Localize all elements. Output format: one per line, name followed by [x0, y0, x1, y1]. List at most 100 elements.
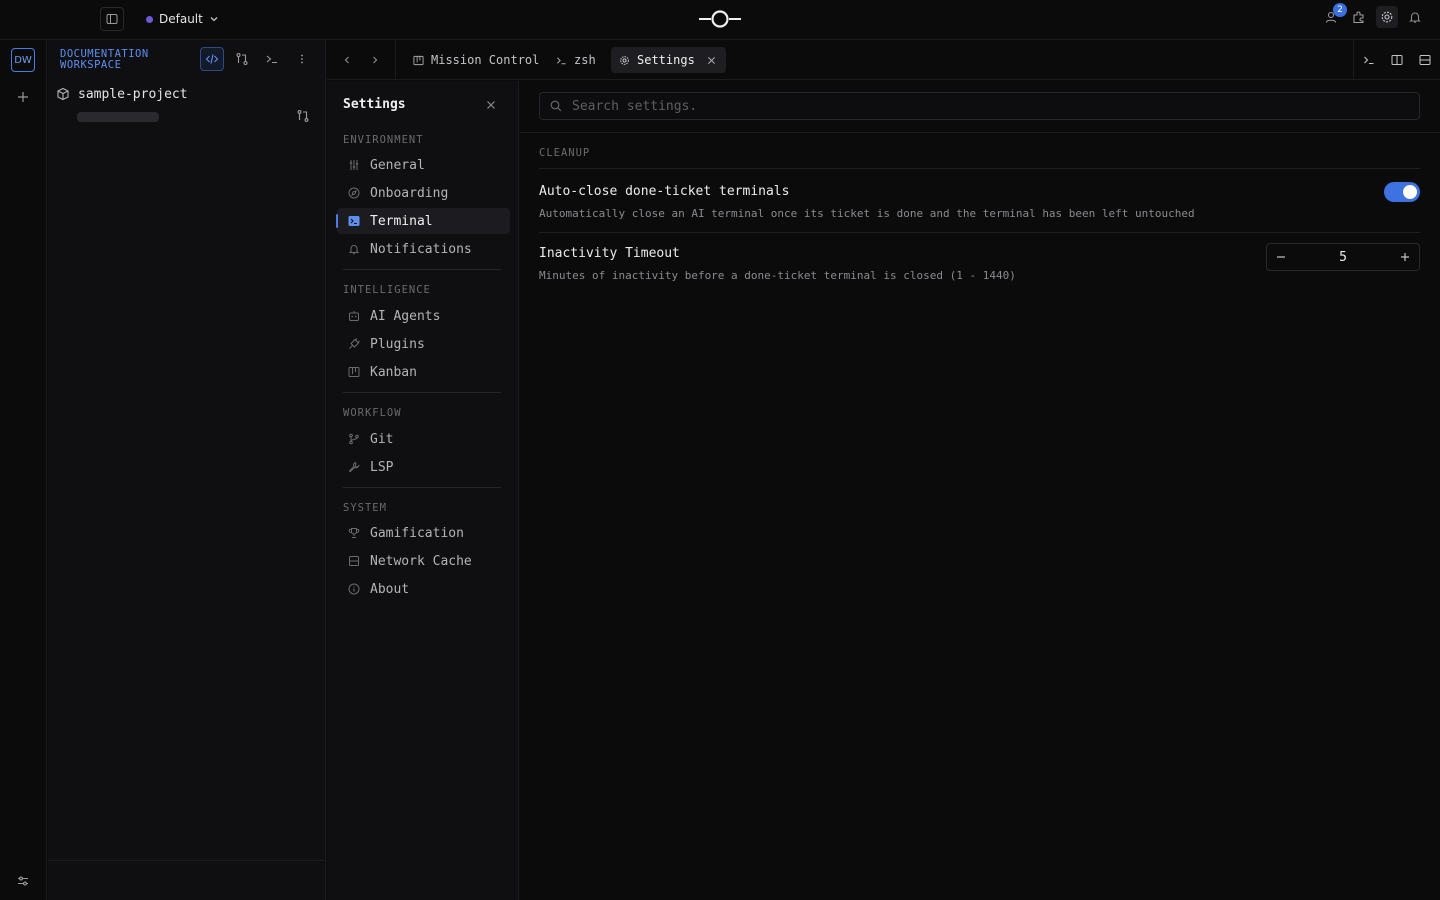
- compass-icon: [347, 186, 361, 200]
- sliders-icon: [347, 158, 361, 172]
- workspace-footer: [48, 860, 326, 900]
- project-item[interactable]: sample-project: [56, 84, 318, 104]
- nav-item-label: General: [370, 157, 425, 173]
- terminal-square-icon: [347, 214, 361, 228]
- split-horizontal-button[interactable]: [1416, 51, 1434, 69]
- bell-icon: [347, 242, 361, 256]
- tab-zsh[interactable]: zsh: [548, 47, 604, 73]
- nav-item-about[interactable]: About: [337, 576, 510, 602]
- close-settings-button[interactable]: [484, 98, 498, 112]
- git-compare-button[interactable]: [230, 47, 254, 71]
- nav-item-label: AI Agents: [370, 308, 441, 324]
- section-workflow: WORKFLOW: [343, 407, 402, 419]
- close-icon: [708, 56, 716, 64]
- nav-item-gamification[interactable]: Gamification: [337, 520, 510, 546]
- nav-item-general[interactable]: General: [337, 152, 510, 178]
- settings-button[interactable]: [1376, 6, 1398, 28]
- code-view-button[interactable]: [200, 47, 224, 71]
- gear-icon: [1381, 11, 1393, 23]
- forward-button[interactable]: [366, 51, 384, 69]
- nav-item-label: About: [370, 581, 410, 597]
- profile-label: Default: [159, 12, 203, 26]
- nav-item-label: Onboarding: [370, 185, 449, 201]
- tab-label: zsh: [574, 53, 596, 67]
- preferences-button[interactable]: [14, 872, 32, 890]
- nav-item-label: Notifications: [370, 241, 472, 257]
- nav-item-onboarding[interactable]: Onboarding: [337, 180, 510, 206]
- tab-settings[interactable]: Settings: [611, 47, 726, 73]
- sidebar-toggle-button[interactable]: [100, 7, 124, 31]
- notifications-button[interactable]: [1404, 6, 1426, 28]
- section-cleanup: CLEANUP: [539, 147, 591, 159]
- git-compare-icon: [236, 52, 248, 66]
- settings-content: CLEANUP Auto-close done-ticket terminals…: [520, 81, 1440, 900]
- code-icon: [205, 54, 219, 64]
- chevron-right-icon: [373, 56, 378, 64]
- nav-divider: [343, 487, 501, 488]
- nav-item-label: Plugins: [370, 336, 425, 352]
- workspace-panel: DOCUMENTATION WORKSPACE sample-project: [48, 40, 326, 900]
- auto-close-toggle[interactable]: [1384, 182, 1420, 202]
- more-vertical-icon: [301, 54, 303, 64]
- plus-icon: [1401, 253, 1409, 261]
- project-branch-row: [76, 110, 310, 124]
- git-branch-icon: [347, 432, 361, 446]
- header-divider: [520, 132, 1440, 133]
- logo-icon: [699, 10, 741, 28]
- activity-bar: DW: [0, 40, 47, 900]
- package-icon: [57, 87, 69, 101]
- inactivity-timeout-value[interactable]: 5: [1295, 250, 1391, 265]
- nav-item-plugins[interactable]: Plugins: [337, 331, 510, 357]
- nav-item-label: Terminal: [370, 213, 433, 229]
- section-system: SYSTEM: [343, 502, 387, 514]
- section-intelligence: INTELLIGENCE: [343, 284, 431, 296]
- decrement-button[interactable]: [1267, 244, 1295, 270]
- sidebar-toggle-icon: [106, 14, 118, 24]
- add-workspace-button[interactable]: [14, 88, 32, 106]
- split-horizontal-icon: [1419, 55, 1431, 65]
- close-tab-button[interactable]: [706, 54, 718, 66]
- nav-item-label: Gamification: [370, 525, 464, 541]
- row-divider: [539, 232, 1420, 233]
- wrench-icon: [347, 460, 361, 474]
- tab-label: Mission Control: [431, 53, 540, 67]
- agents-button[interactable]: 2: [1320, 3, 1347, 28]
- auto-close-title: Auto-close done-ticket terminals: [539, 184, 790, 199]
- nav-item-ai-agents[interactable]: AI Agents: [337, 303, 510, 329]
- nav-item-lsp[interactable]: LSP: [337, 454, 510, 480]
- workspace-title: DOCUMENTATION WORKSPACE: [60, 48, 149, 71]
- chevron-left-icon: [344, 56, 349, 64]
- nav-item-git[interactable]: Git: [337, 426, 510, 452]
- section-environment: ENVIRONMENT: [343, 134, 424, 146]
- project-name: sample-project: [78, 86, 188, 102]
- nav-item-terminal[interactable]: Terminal: [336, 208, 510, 234]
- git-pull-request-icon[interactable]: [296, 109, 310, 123]
- kanban-icon: [347, 365, 361, 379]
- profile-selector[interactable]: Default: [146, 10, 219, 28]
- nav-divider: [343, 269, 501, 270]
- close-icon: [487, 101, 495, 109]
- plugins-button[interactable]: [1348, 6, 1370, 28]
- search-input[interactable]: [572, 98, 1392, 114]
- workspace-avatar[interactable]: DW: [11, 48, 35, 72]
- nav-item-kanban[interactable]: Kanban: [337, 359, 510, 385]
- loading-skeleton: [77, 112, 159, 122]
- trophy-icon: [347, 526, 361, 540]
- increment-button[interactable]: [1391, 244, 1419, 270]
- tab-mission-control[interactable]: Mission Control: [405, 47, 547, 73]
- terminal-button[interactable]: [260, 47, 284, 71]
- section-divider: [539, 168, 1420, 169]
- search-bar: [539, 92, 1420, 120]
- more-options-button[interactable]: [290, 47, 314, 71]
- profile-color-dot: [146, 15, 153, 23]
- back-button[interactable]: [338, 51, 356, 69]
- terminal-icon: [557, 56, 566, 64]
- settings-title: Settings: [343, 97, 406, 112]
- puzzle-icon: [1353, 11, 1364, 24]
- tab-bar-divider: [395, 40, 396, 80]
- nav-item-notifications[interactable]: Notifications: [337, 236, 510, 262]
- nav-item-network-cache[interactable]: Network Cache: [337, 548, 510, 574]
- split-vertical-button[interactable]: [1388, 51, 1406, 69]
- new-terminal-button[interactable]: [1360, 51, 1378, 69]
- database-icon: [347, 554, 361, 568]
